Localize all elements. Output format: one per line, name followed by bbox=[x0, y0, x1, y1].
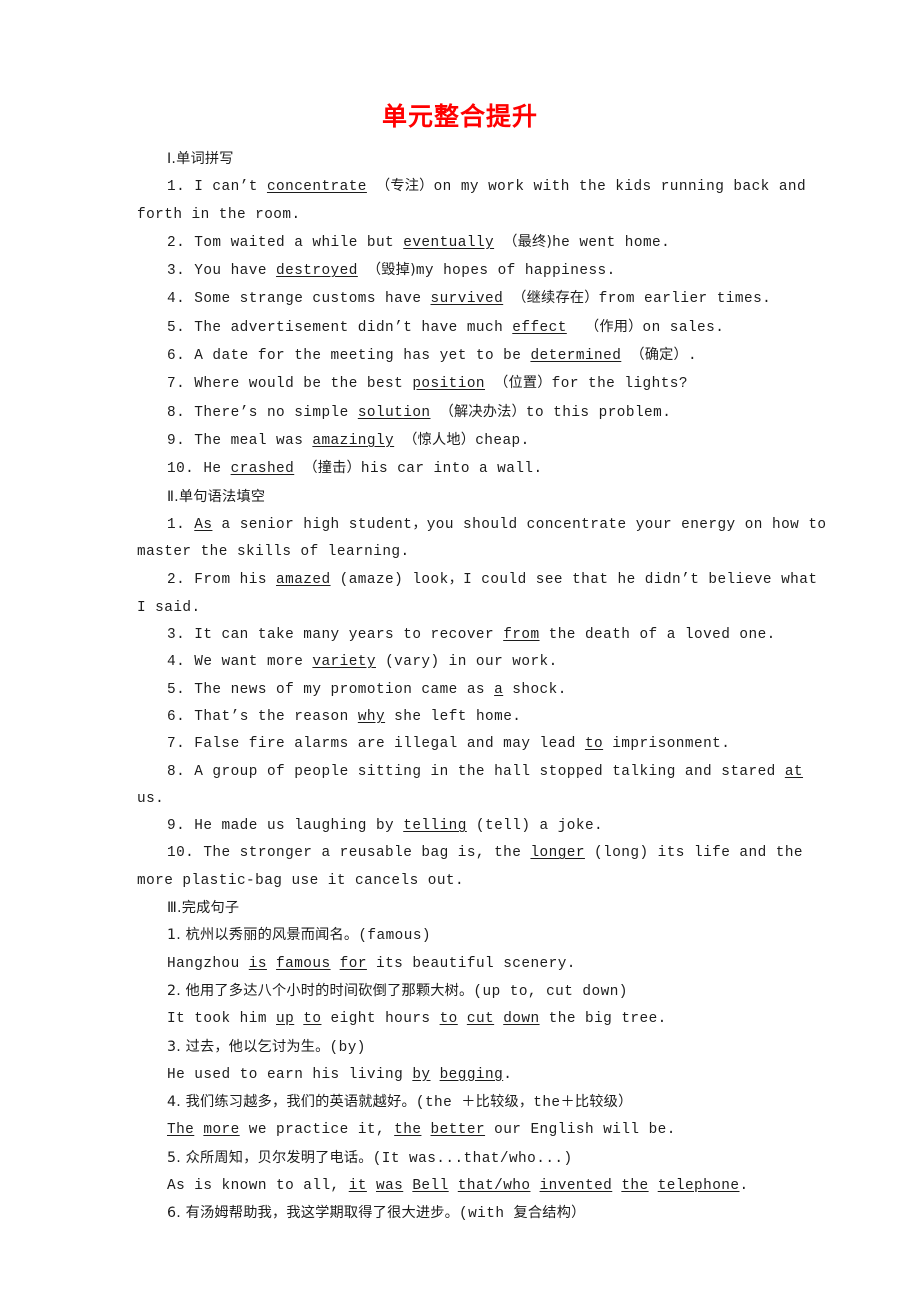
answer-blank: invented bbox=[539, 1177, 613, 1194]
answer-blank: down bbox=[503, 1011, 540, 1028]
answer-line: Hangzhou is famous for its beautiful sce… bbox=[167, 955, 576, 972]
list-item: 4. Some strange customs have survived （继… bbox=[167, 290, 772, 308]
answer-blank: was bbox=[375, 1177, 404, 1194]
page-title: 单元整合提升 bbox=[381, 102, 538, 131]
answer-blank: cut bbox=[466, 1011, 495, 1028]
answer-blank: at bbox=[784, 763, 804, 780]
answer-blank: As bbox=[194, 516, 213, 533]
answer-blank: amazed bbox=[276, 572, 331, 589]
list-item: 3. You have destroyed （毁掉)my hopes of ha… bbox=[167, 262, 616, 280]
answer-blank: begging bbox=[439, 1066, 504, 1083]
answer-blank: it bbox=[348, 1177, 367, 1194]
list-item: 4. 我们练习越多，我们的英语就越好。(the ＋比较级，the＋比较级） bbox=[167, 1094, 633, 1112]
answer-blank: destroyed bbox=[276, 263, 358, 280]
answer-blank: better bbox=[430, 1122, 486, 1139]
answer-blank: that/who bbox=[457, 1177, 531, 1194]
list-item: 9. He made us laughing by telling (tell)… bbox=[167, 818, 604, 835]
list-item: 7. False fire alarms are illegal and may… bbox=[167, 736, 731, 753]
answer-blank: determined bbox=[530, 348, 622, 365]
answer-blank: famous bbox=[276, 955, 331, 972]
answer-blank: why bbox=[357, 708, 386, 725]
answer-blank: Bell bbox=[412, 1177, 449, 1194]
answer-blank: variety bbox=[312, 654, 376, 671]
answer-blank: to bbox=[584, 736, 604, 753]
answer-blank: effect bbox=[512, 319, 567, 336]
answer-line: As is known to all, it was Bell that/who… bbox=[167, 1177, 749, 1194]
section-heading-1: Ⅰ.单词拼写 bbox=[167, 151, 234, 167]
section-heading-2: Ⅱ.单句语法填空 bbox=[167, 488, 266, 505]
answer-blank: crashed bbox=[230, 461, 295, 478]
list-item: 2. Tom waited a while but eventually （最终… bbox=[167, 233, 671, 251]
answer-blank: longer bbox=[530, 845, 585, 862]
answer-line: The more we practice it, the better our … bbox=[167, 1122, 676, 1139]
list-item: 8. There’s no simple solution （解决办法）to t… bbox=[167, 403, 672, 421]
list-item: 2. From his amazed (amaze) look，I could … bbox=[137, 571, 827, 616]
answer-blank: for bbox=[339, 955, 367, 972]
answer-blank: survived bbox=[430, 291, 504, 308]
list-item: 6. That’s the reason why she left home. bbox=[167, 708, 522, 725]
answer-blank: to bbox=[303, 1011, 322, 1028]
answer-blank: concentrate bbox=[266, 179, 367, 196]
answer-line: He used to earn his living by begging. bbox=[167, 1066, 513, 1083]
list-item: 6. A date for the meeting has yet to be … bbox=[167, 347, 698, 365]
list-item: 1. As a senior high student，you should c… bbox=[137, 515, 836, 561]
answer-blank: from bbox=[503, 627, 540, 644]
list-item: 5. The news of my promotion came as a sh… bbox=[167, 681, 567, 698]
answer-blank: amazingly bbox=[312, 432, 395, 449]
list-item: 1. I can’t concentrate （专注）on my work wi… bbox=[137, 178, 816, 223]
answer-blank: the bbox=[621, 1177, 649, 1194]
list-item: 9. The meal was amazingly （惊人地）cheap. bbox=[167, 431, 530, 449]
answer-blank: The bbox=[167, 1122, 195, 1139]
list-item: 6. 有汤姆帮助我，我这学期取得了很大进步。(with 复合结构） bbox=[167, 1205, 586, 1223]
document-page: 单元整合提升 Ⅰ.单词拼写 1. I can’t concentrate （专注… bbox=[0, 0, 920, 1302]
answer-blank: up bbox=[276, 1011, 295, 1028]
answer-blank: the bbox=[394, 1122, 422, 1139]
list-item: 1. 杭州以秀丽的风景而闻名。(famous) bbox=[167, 927, 431, 945]
list-item: 10. He crashed （撞击）his car into a wall. bbox=[167, 460, 543, 478]
list-item: 7. Where would be the best position （位置）… bbox=[167, 375, 688, 393]
answer-blank: by bbox=[412, 1066, 431, 1083]
answer-blank: to bbox=[439, 1011, 458, 1028]
section-heading-3: Ⅲ.完成句子 bbox=[167, 900, 240, 917]
list-item: 3. It can take many years to recover fro… bbox=[167, 627, 776, 644]
list-item: 10. The stronger a reusable bag is, the … bbox=[137, 845, 813, 889]
answer-blank: telling bbox=[403, 818, 467, 835]
answer-blank: position bbox=[412, 376, 486, 393]
answer-blank: eventually bbox=[403, 234, 495, 251]
answer-blank: telephone bbox=[657, 1177, 740, 1194]
answer-blank: more bbox=[203, 1122, 240, 1139]
list-item: 4. We want more variety (vary) in our wo… bbox=[167, 654, 558, 671]
list-item: 5. The advertisement didn’t have much ef… bbox=[167, 318, 725, 336]
list-item: 2. 他用了多达八个小时的时间砍倒了那颗大树。(up to, cut down) bbox=[167, 982, 628, 1000]
answer-line: It took him up to eight hours to cut dow… bbox=[167, 1011, 667, 1028]
answer-blank: a bbox=[494, 681, 504, 698]
answer-blank: solution bbox=[357, 404, 431, 421]
document-body: Ⅰ.单词拼写 1. I can’t concentrate （专注）on my … bbox=[137, 146, 827, 1229]
answer-blank: is bbox=[248, 955, 267, 972]
list-item: 8. A group of people sitting in the hall… bbox=[137, 763, 813, 807]
list-item: 5. 众所周知，贝尔发明了电话。(It was...that/who...) bbox=[167, 1149, 573, 1167]
list-item: 3. 过去，他以乞讨为生。(by) bbox=[167, 1038, 366, 1056]
